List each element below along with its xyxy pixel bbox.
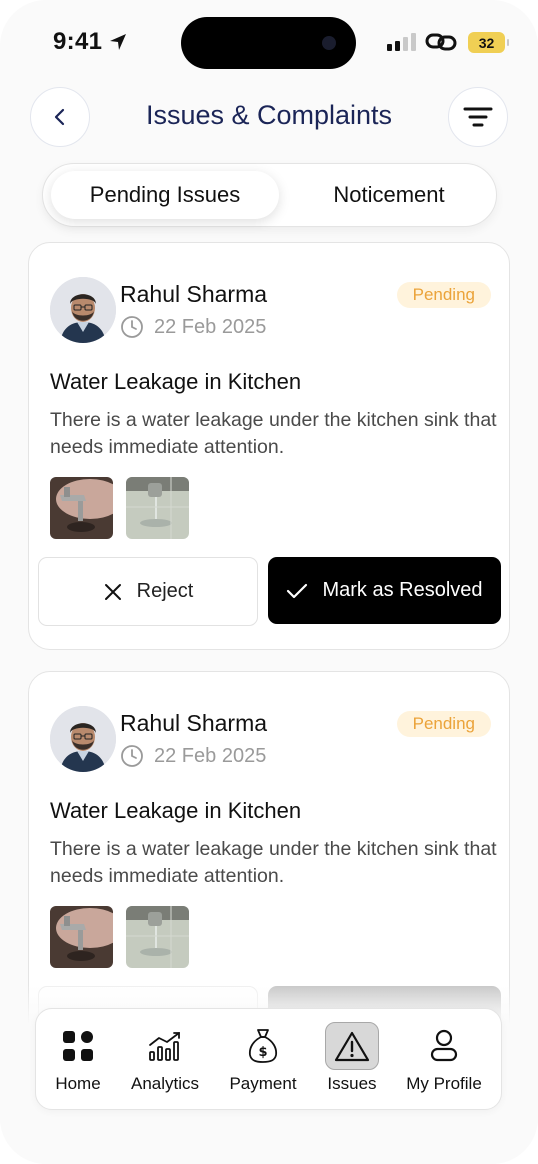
avatar — [50, 706, 116, 772]
signal-icon — [387, 33, 416, 51]
nav-item-analytics[interactable]: Analytics — [124, 1009, 206, 1111]
issue-description: There is a water leakage under the kitch… — [50, 838, 497, 887]
money-bag-icon: $ — [239, 1022, 287, 1070]
report-date: 22 Feb 2025 — [120, 315, 266, 339]
nav-item-issues[interactable]: Issues — [322, 1009, 382, 1111]
filter-button[interactable] — [448, 87, 508, 147]
analytics-chart-icon — [141, 1022, 189, 1070]
reporter-name: Rahul Sharma — [120, 710, 268, 736]
close-icon — [104, 583, 121, 600]
svg-text:$: $ — [258, 1045, 267, 1060]
nav-item-my-profile[interactable]: My Profile — [403, 1009, 485, 1111]
issue-description: There is a water leakage under the kitch… — [50, 409, 497, 458]
reject-button[interactable]: Reject — [38, 557, 258, 626]
status-badge: Pending — [396, 282, 491, 308]
clock-icon — [121, 316, 143, 338]
profile-icon — [420, 1022, 468, 1070]
nav-item-home[interactable]: Home — [54, 1009, 102, 1111]
nav-item-payment[interactable]: $ Payment — [227, 1009, 299, 1111]
location-arrow-icon — [110, 34, 127, 50]
warning-icon — [325, 1022, 379, 1070]
tab-pending-issues[interactable]: Pending Issues — [51, 171, 279, 219]
issue-photo-drip[interactable] — [126, 906, 189, 968]
phone-screen: 9:41 32 Issues & Complaints Pending Issu… — [0, 0, 538, 1164]
issue-title: Water Leakage in Kitchen — [50, 369, 302, 394]
issue-photo-faucet[interactable] — [50, 477, 113, 539]
link-icon — [425, 33, 457, 51]
issue-photo-faucet[interactable] — [50, 906, 113, 968]
avatar — [50, 277, 116, 343]
status-bar: 9:41 32 — [0, 0, 538, 80]
bottom-nav: Home Analytics $ Payment Issues My Profi… — [35, 1008, 502, 1110]
home-grid-icon — [54, 1022, 102, 1070]
tab-bar: Pending Issues Noticement — [42, 163, 497, 227]
issue-title: Water Leakage in Kitchen — [50, 798, 302, 823]
check-icon — [287, 583, 308, 598]
filter-icon — [463, 107, 493, 127]
clock-icon — [121, 745, 143, 767]
report-date: 22 Feb 2025 — [120, 744, 266, 768]
issue-photo-drip[interactable] — [126, 477, 189, 539]
reporter-name: Rahul Sharma — [120, 281, 268, 307]
issue-card: Rahul Sharma 22 Feb 2025 Pending Water L… — [28, 242, 510, 650]
status-badge: Pending — [396, 711, 491, 737]
dynamic-island — [181, 17, 356, 69]
tab-noticement[interactable]: Noticement — [289, 171, 489, 219]
battery-icon: 32 — [468, 32, 509, 53]
status-time: 9:41 — [53, 28, 128, 56]
mark-resolved-button[interactable]: Mark as Resolved — [268, 557, 501, 624]
